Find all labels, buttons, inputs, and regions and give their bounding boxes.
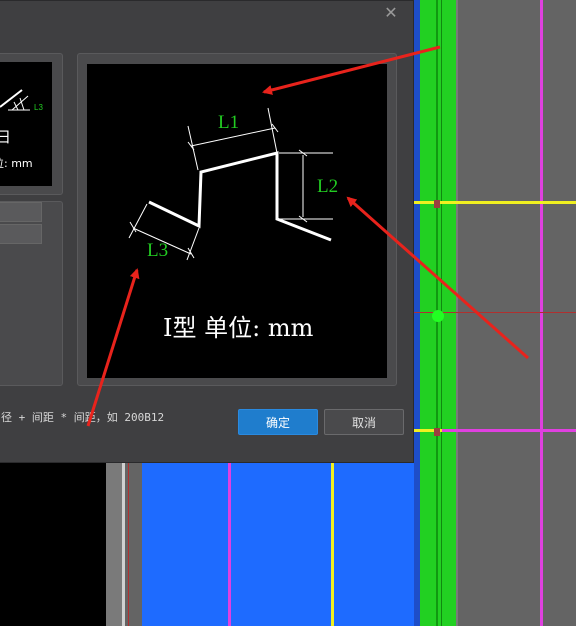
annotation-arrows: [86, 45, 529, 427]
arrow-to-l3: [86, 268, 140, 427]
arrow-to-l2: [346, 196, 529, 360]
arrow-to-l1: [262, 45, 441, 95]
